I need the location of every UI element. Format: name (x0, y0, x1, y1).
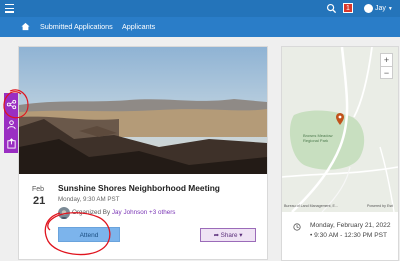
organizer-link[interactable]: Jay Johnson (112, 209, 147, 216)
event-month: Feb (32, 186, 45, 193)
organizer-line: Organized By Jay Johnson +3 others (72, 209, 175, 216)
share-arrow-icon: ➦ (213, 232, 219, 239)
location-pin-icon[interactable] (336, 113, 344, 125)
zoom-out-icon[interactable]: − (381, 66, 392, 79)
powered-by-esri[interactable]: Powered by Esri (367, 204, 393, 208)
others-link[interactable]: +3 others (149, 209, 175, 216)
home-icon[interactable] (21, 22, 30, 31)
map-zoom-controls: + − (380, 53, 393, 79)
avatar (364, 4, 373, 13)
chevron-down-icon: ▾ (239, 232, 243, 239)
search-icon[interactable] (326, 3, 337, 14)
hamburger-menu-icon[interactable] (5, 4, 14, 13)
export-icon[interactable] (6, 138, 17, 149)
user-menu[interactable]: Jay ▼ (364, 3, 393, 14)
map-attribution: Bureau of Land Management, E... (284, 204, 338, 208)
location-panel: Browns Meadow Regional Park + − Bureau o… (281, 46, 399, 261)
side-toolbar (4, 93, 19, 153)
clock-icon (293, 223, 301, 231)
top-bar: 1 Jay ▼ (0, 0, 400, 17)
attend-button[interactable]: Attend (58, 227, 120, 242)
event-datetime: Monday, February 21, 2022 • 9:30 AM - 12… (310, 222, 391, 239)
share-button[interactable]: ➦ Share ▾ (200, 228, 256, 242)
event-map[interactable]: Browns Meadow Regional Park + − Bureau o… (282, 47, 398, 212)
share-label: Share (220, 232, 238, 239)
zoom-in-icon[interactable]: + (381, 54, 392, 66)
event-time: Monday, 9:30 AM PST (58, 196, 120, 203)
event-photo (19, 47, 267, 174)
park-map-label: Browns Meadow Regional Park (303, 133, 333, 143)
chevron-down-icon: ▼ (387, 5, 393, 12)
users-icon[interactable] (6, 119, 17, 130)
event-card: Feb 21 Sunshine Shores Neighborhood Meet… (18, 46, 268, 260)
user-name: Jay (375, 5, 386, 12)
event-title: Sunshine Shores Neighborhood Meeting (58, 183, 220, 193)
event-day: 21 (33, 195, 46, 207)
notification-badge[interactable]: 1 (343, 3, 353, 13)
organized-by-label: Organized By (72, 209, 111, 216)
nav-link-applicants[interactable]: Applicants (122, 22, 155, 32)
organizer-avatar (58, 207, 70, 219)
share-network-icon[interactable] (6, 99, 17, 110)
nav-link-submitted-applications[interactable]: Submitted Applications (40, 22, 113, 32)
